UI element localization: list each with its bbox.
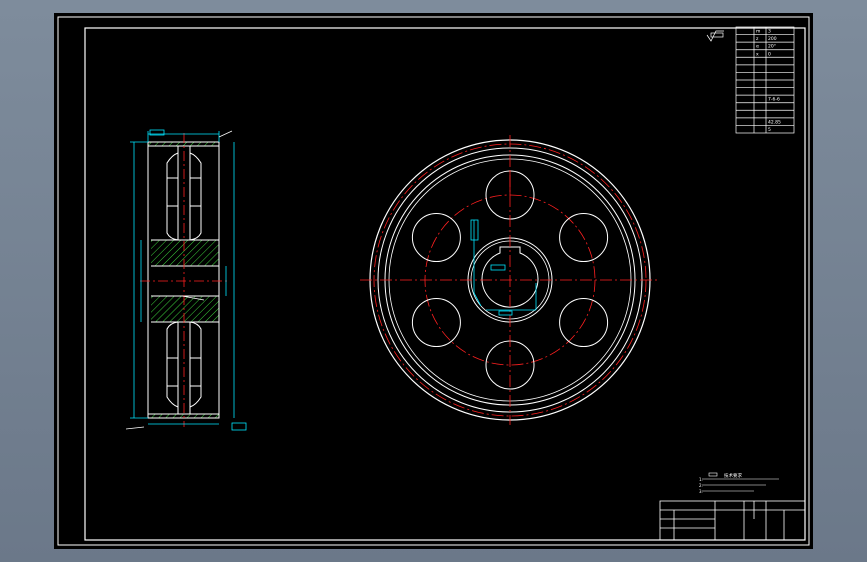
title-block [659,500,806,541]
param-cell: 200 [768,36,777,42]
notes-line-2: 2. [699,483,703,488]
param-cell: 5 [768,127,771,133]
outer-border [57,16,810,546]
cad-viewport[interactable]: m 3 z 200 α 20° x 0 7-6-6 42.85 5 技术要求 1. 2. 3. [54,13,813,549]
front-centerlines [360,135,660,425]
param-cell: x [756,52,759,57]
param-table-text: m 3 z 200 α 20° x 0 7-6-6 42.85 5 [756,29,781,133]
gear-drawing: m 3 z 200 α 20° x 0 7-6-6 42.85 5 技术要求 1. 2. 3. [57,16,810,546]
param-cell: 3 [768,29,771,35]
param-cell: 7-6-6 [768,97,780,103]
param-cell: z [756,37,759,42]
section-leaders [125,130,233,430]
section-dimensions [130,129,247,431]
inner-border [84,27,806,541]
param-cell: 42.85 [768,119,781,125]
front-dimensions [470,219,537,316]
param-cell: 0 [768,51,771,57]
notes-title: 技术要求 [724,472,742,479]
param-table [735,26,795,134]
notes-line-3: 3. [699,489,703,494]
section-view [147,141,220,419]
hatch-rim-bottom [148,414,219,418]
notes-line-1: 1. [699,477,703,482]
roughness-mark [706,30,724,42]
param-cell: α [756,45,759,50]
hatch-rim-top [148,142,219,146]
param-cell: m [756,30,760,35]
section-centerlines [140,133,230,427]
param-cell: 20° [768,44,776,50]
hatch-hub-bottom [151,296,219,322]
hatch-hub-top [151,240,219,266]
